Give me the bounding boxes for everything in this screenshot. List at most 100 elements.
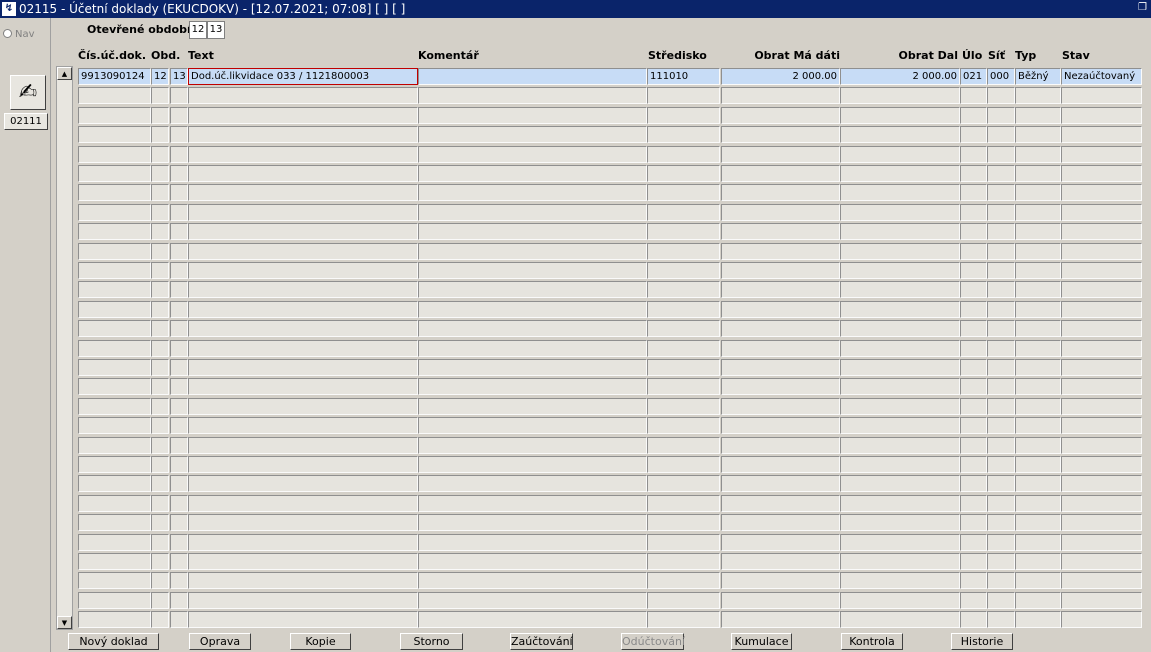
cell-obrat_dal[interactable] [840, 340, 960, 357]
cell-cis[interactable] [78, 126, 151, 143]
cell-stav[interactable] [1061, 437, 1142, 454]
cell-stav[interactable] [1061, 204, 1142, 221]
cell-ulo[interactable] [960, 320, 987, 337]
cell-typ[interactable] [1015, 340, 1061, 357]
cell-stredisko[interactable] [647, 126, 720, 143]
cell-ulo[interactable] [960, 572, 987, 589]
post-button[interactable]: Zaúčtování [510, 633, 573, 650]
cell-stredisko[interactable] [647, 572, 720, 589]
cell-text[interactable] [188, 165, 418, 182]
cell-sit[interactable] [987, 320, 1015, 337]
cell-stav[interactable] [1061, 514, 1142, 531]
cell-obd2[interactable] [170, 572, 188, 589]
cell-sit[interactable] [987, 437, 1015, 454]
cell-komentar[interactable] [418, 204, 647, 221]
cell-sit[interactable] [987, 456, 1015, 473]
cell-stredisko[interactable] [647, 514, 720, 531]
cell-obd1[interactable] [151, 417, 169, 434]
cell-ulo[interactable] [960, 456, 987, 473]
cell-obrat_md[interactable] [721, 87, 840, 104]
cell-obrat_dal[interactable] [840, 87, 960, 104]
cell-obrat_md[interactable] [721, 475, 840, 492]
cell-obd1[interactable] [151, 398, 169, 415]
cell-cis[interactable] [78, 107, 151, 124]
cell-stredisko[interactable] [647, 398, 720, 415]
cell-ulo[interactable] [960, 87, 987, 104]
history-button[interactable]: Historie [951, 633, 1013, 650]
cell-text[interactable] [188, 107, 418, 124]
cell-komentar[interactable] [418, 398, 647, 415]
cell-stav[interactable] [1061, 475, 1142, 492]
cell-text[interactable] [188, 146, 418, 163]
cell-obrat_dal[interactable] [840, 572, 960, 589]
scroll-down-arrow-icon[interactable]: ▼ [57, 616, 72, 629]
cell-stav[interactable] [1061, 87, 1142, 104]
cell-sit[interactable] [987, 592, 1015, 609]
cell-stav[interactable] [1061, 340, 1142, 357]
cell-obd1[interactable] [151, 87, 169, 104]
cell-cis[interactable] [78, 184, 151, 201]
cell-cis[interactable] [78, 243, 151, 260]
cell-komentar[interactable] [418, 340, 647, 357]
cell-typ[interactable] [1015, 262, 1061, 279]
copy-button[interactable]: Kopie [290, 633, 351, 650]
cell-obd2[interactable] [170, 243, 188, 260]
cell-obd1[interactable] [151, 301, 169, 318]
cell-typ[interactable] [1015, 281, 1061, 298]
cell-komentar[interactable] [418, 165, 647, 182]
cell-komentar[interactable] [418, 514, 647, 531]
cell-cis[interactable] [78, 592, 151, 609]
cell-obrat_md[interactable] [721, 340, 840, 357]
cell-ulo[interactable] [960, 340, 987, 357]
cell-typ[interactable] [1015, 146, 1061, 163]
cell-obd2[interactable] [170, 262, 188, 279]
cell-text[interactable] [188, 359, 418, 376]
cell-komentar[interactable] [418, 572, 647, 589]
cell-obd2[interactable] [170, 281, 188, 298]
cell-obd1[interactable] [151, 262, 169, 279]
cell-komentar[interactable] [418, 553, 647, 570]
cell-obrat_md[interactable] [721, 572, 840, 589]
cell-komentar[interactable] [418, 146, 647, 163]
cell-text[interactable] [188, 417, 418, 434]
cell-sit[interactable] [987, 223, 1015, 240]
cell-ulo[interactable] [960, 223, 987, 240]
cell-ulo[interactable] [960, 184, 987, 201]
cancel-storno-button[interactable]: Storno [400, 633, 463, 650]
cell-obd1[interactable] [151, 165, 169, 182]
unpost-button[interactable]: Odúčtování [621, 633, 685, 650]
cell-cis[interactable] [78, 495, 151, 512]
cell-obd2[interactable] [170, 553, 188, 570]
check-button[interactable]: Kontrola [841, 633, 903, 650]
cell-cis[interactable] [78, 417, 151, 434]
cell-obrat_dal[interactable] [840, 146, 960, 163]
cell-obd2[interactable] [170, 475, 188, 492]
cell-obd1[interactable] [151, 340, 169, 357]
cell-text[interactable] [188, 456, 418, 473]
cell-komentar[interactable] [418, 301, 647, 318]
cell-ulo[interactable] [960, 107, 987, 124]
cell-sit[interactable] [987, 301, 1015, 318]
cell-komentar[interactable] [418, 378, 647, 395]
cell-cis[interactable] [78, 456, 151, 473]
vertical-scrollbar[interactable]: ▲ ▼ [56, 66, 73, 630]
cell-obd2[interactable] [170, 534, 188, 551]
cell-obrat_md[interactable] [721, 107, 840, 124]
restore-window-icon[interactable]: ❐ [1138, 3, 1148, 13]
cell-ulo[interactable] [960, 359, 987, 376]
cell-text[interactable] [188, 87, 418, 104]
cell-obd1[interactable] [151, 534, 169, 551]
cell-text[interactable] [188, 320, 418, 337]
cell-stav[interactable] [1061, 126, 1142, 143]
cell-sit[interactable] [987, 281, 1015, 298]
cell-obrat_dal[interactable] [840, 107, 960, 124]
cell-sit[interactable] [987, 107, 1015, 124]
cell-typ[interactable] [1015, 514, 1061, 531]
cell-text[interactable] [188, 204, 418, 221]
cell-stav[interactable] [1061, 281, 1142, 298]
cell-stredisko[interactable] [647, 87, 720, 104]
cell-obrat_dal[interactable] [840, 475, 960, 492]
cell-sit[interactable] [987, 611, 1015, 628]
cell-ulo[interactable] [960, 534, 987, 551]
cell-obd1[interactable] [151, 204, 169, 221]
